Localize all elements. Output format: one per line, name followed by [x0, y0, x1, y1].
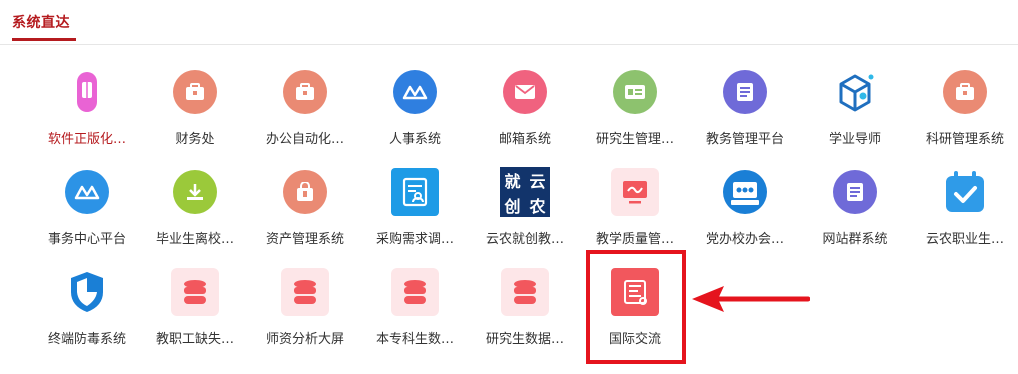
tile-label: 毕业生离校…	[155, 232, 234, 247]
document-icon	[719, 66, 771, 118]
tile-yunnong-entrepreneurship[interactable]: 就 云 创 农 云农就创教…	[469, 166, 581, 256]
tile-yunnong-career[interactable]: 云农职业生…	[909, 166, 1018, 256]
tile-label: 采购需求调…	[375, 232, 454, 247]
tile-label: 教职工缺失…	[155, 332, 234, 347]
tile-finance[interactable]: 财务处	[139, 66, 251, 156]
tile-teaching-quality[interactable]: 教学质量管…	[579, 166, 691, 256]
system-grid: 软件正版化… 财务处 办公自动化… 人事系统 邮箱系统 研究生管理… 教务管理平…	[0, 66, 1018, 366]
tile-affairs-center[interactable]: 事务中心平台	[31, 166, 143, 256]
monitor-icon	[609, 166, 661, 218]
tile-label: 研究生数据…	[485, 332, 564, 347]
database-icon	[499, 266, 551, 318]
shield-icon	[61, 266, 113, 318]
tile-graduate-leaving[interactable]: 毕业生离校…	[139, 166, 251, 256]
header-divider	[0, 44, 1018, 45]
tile-label: 党办校办会…	[705, 232, 784, 247]
tile-office-automation[interactable]: 办公自动化…	[249, 66, 361, 156]
tile-label: 终端防毒系统	[47, 332, 126, 347]
calligraphy-logo: 就 云 创 农	[499, 166, 551, 218]
tile-website-cluster[interactable]: 网站群系统	[799, 166, 911, 256]
people-icon	[389, 66, 441, 118]
tile-label: 师资分析大屏	[265, 332, 344, 347]
logo-char: 农	[529, 196, 546, 216]
tile-label: 科研管理系统	[925, 132, 1004, 147]
document-icon	[829, 166, 881, 218]
pointer-arrow-icon	[692, 286, 810, 312]
cube-icon	[829, 66, 881, 118]
tile-research-management[interactable]: 科研管理系统	[909, 66, 1018, 156]
meeting-icon	[719, 166, 771, 218]
tile-party-office[interactable]: 党办校办会…	[689, 166, 801, 256]
tile-label: 学业导师	[828, 132, 881, 147]
tile-academic-affairs[interactable]: 教务管理平台	[689, 66, 801, 156]
people-icon	[61, 166, 113, 218]
title-underline	[12, 38, 76, 41]
logo-char: 就	[504, 171, 521, 191]
tile-label: 网站群系统	[822, 232, 888, 247]
tile-label: 云农就创教…	[485, 232, 564, 247]
tile-faculty-dashboard[interactable]: 师资分析大屏	[249, 266, 361, 356]
tile-mail-system[interactable]: 邮箱系统	[469, 66, 581, 156]
tile-label: 研究生管理…	[595, 132, 674, 147]
tile-procurement-survey[interactable]: 采购需求调…	[359, 166, 471, 256]
id-card-icon	[609, 66, 661, 118]
mail-icon	[499, 66, 551, 118]
tile-label: 财务处	[175, 132, 215, 147]
tile-label: 云农职业生…	[925, 232, 1004, 247]
book-icon	[61, 66, 113, 118]
tile-label: 教学质量管…	[595, 232, 674, 247]
tile-graduate-management[interactable]: 研究生管理…	[579, 66, 691, 156]
highlight-box	[586, 250, 686, 364]
tile-hr-system[interactable]: 人事系统	[359, 66, 471, 156]
tile-label: 软件正版化…	[47, 132, 126, 147]
tile-label: 教务管理平台	[705, 132, 784, 147]
calendar-check-icon	[939, 166, 991, 218]
database-icon	[279, 266, 331, 318]
tile-undergrad-data[interactable]: 本专科生数…	[359, 266, 471, 356]
logo-char: 创	[504, 196, 521, 216]
briefcase-icon	[279, 66, 331, 118]
tile-label: 本专科生数…	[375, 332, 454, 347]
briefcase-icon	[169, 66, 221, 118]
database-icon	[169, 266, 221, 318]
tile-academic-mentor[interactable]: 学业导师	[799, 66, 911, 156]
bag-icon	[279, 166, 331, 218]
briefcase-icon	[939, 66, 991, 118]
database-icon	[389, 266, 441, 318]
tile-label: 事务中心平台	[47, 232, 126, 247]
tile-graduate-data[interactable]: 研究生数据…	[469, 266, 581, 356]
section-header: 系统直达	[0, 0, 1018, 46]
tile-label: 资产管理系统	[265, 232, 344, 247]
tile-antivirus[interactable]: 终端防毒系统	[31, 266, 143, 356]
tile-staff-missing[interactable]: 教职工缺失…	[139, 266, 251, 356]
tile-software-licensing[interactable]: 软件正版化…	[31, 66, 143, 156]
tile-label: 人事系统	[388, 132, 441, 147]
tile-label: 邮箱系统	[498, 132, 551, 147]
tile-label: 办公自动化…	[265, 132, 344, 147]
form-icon	[389, 166, 441, 218]
download-icon	[169, 166, 221, 218]
logo-char: 云	[529, 171, 546, 191]
section-title: 系统直达	[12, 15, 70, 31]
tile-asset-management[interactable]: 资产管理系统	[249, 166, 361, 256]
